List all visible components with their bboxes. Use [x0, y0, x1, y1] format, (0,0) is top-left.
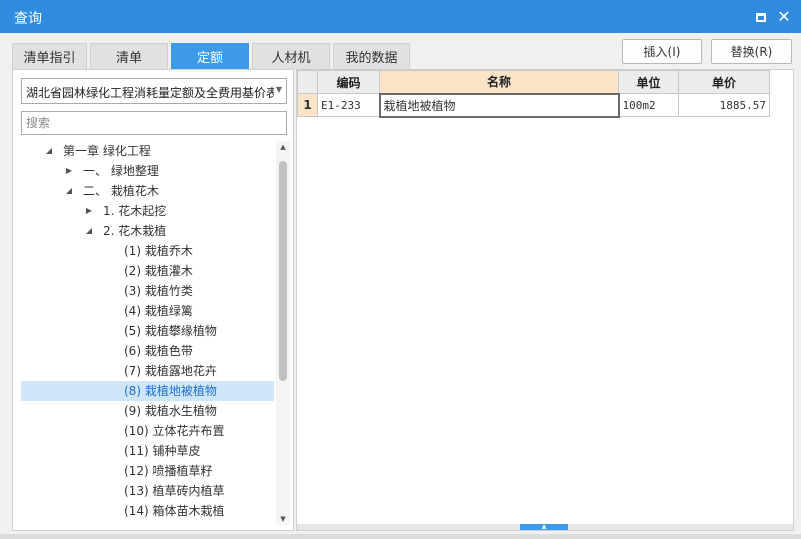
- tab-list-guide[interactable]: 清单指引: [12, 43, 87, 69]
- tree-item-site-preparation[interactable]: ▶ 一、 绿地整理: [21, 161, 274, 181]
- tree-item-plant-setting[interactable]: ◢ 2. 花木栽植: [21, 221, 274, 241]
- triangle-down-icon[interactable]: ◢: [63, 181, 75, 201]
- window-title: 查询: [14, 11, 42, 27]
- tree-item-leaf[interactable]: (11) 铺种草皮: [21, 441, 274, 461]
- tree-item-leaf[interactable]: (1) 栽植乔木: [21, 241, 274, 261]
- triangle-down-icon[interactable]: ◢: [43, 141, 55, 161]
- tree-item-digging[interactable]: ▶ 1. 花木起挖: [21, 201, 274, 221]
- status-strip: [0, 534, 801, 539]
- tree-item-leaf[interactable]: (14) 箱体苗木栽植: [21, 501, 274, 521]
- chapter-tree: ◢ 第一章 绿化工程 ▶ 一、 绿地整理 ◢ 二、 栽植花木 ▶ 1. 花木起挖…: [21, 141, 274, 525]
- insert-button[interactable]: 插入(I): [622, 39, 702, 64]
- triangle-right-icon[interactable]: ▶: [83, 201, 95, 221]
- window-titlebar: 查询 ✕: [0, 0, 801, 33]
- tree-item-leaf[interactable]: (3) 栽植竹类: [21, 281, 274, 301]
- tab-quota[interactable]: 定额: [171, 43, 249, 69]
- tree-item-chapter-1[interactable]: ◢ 第一章 绿化工程: [21, 141, 274, 161]
- quota-library-value: 湖北省园林绿化工程消耗量定额及全费用基价表: [26, 86, 274, 100]
- triangle-down-icon[interactable]: ◢: [83, 221, 95, 241]
- tree-item-leaf[interactable]: (7) 栽植露地花卉: [21, 361, 274, 381]
- dialog-body: 清单指引 清单 定额 人材机 我的数据 插入(I) 替换(R) 湖北省园林绿化工…: [0, 33, 801, 539]
- splitter-handle-icon[interactable]: ▲: [520, 524, 568, 530]
- header-rownum: [297, 70, 318, 94]
- tab-list[interactable]: 清单: [90, 43, 168, 69]
- tree-item-leaf[interactable]: (10) 立体花卉布置: [21, 421, 274, 441]
- table-header-row: 编码 名称 单位 单价: [297, 70, 770, 94]
- tree-scrollbar[interactable]: ▲ ▼: [276, 141, 290, 525]
- replace-button[interactable]: 替换(R): [711, 39, 792, 64]
- scroll-down-icon[interactable]: ▼: [276, 513, 290, 525]
- scrollbar-thumb[interactable]: [279, 161, 287, 381]
- header-code[interactable]: 编码: [317, 70, 380, 94]
- tab-labor-material-machine[interactable]: 人材机: [252, 43, 330, 69]
- cell-code[interactable]: E1-233: [317, 93, 380, 117]
- maximize-icon[interactable]: [754, 10, 768, 24]
- tree-item-leaf[interactable]: (2) 栽植灌木: [21, 261, 274, 281]
- search-input[interactable]: [22, 112, 286, 134]
- results-table: 编码 名称 单位 单价 1 E1-233 栽植地被植物 100m2 1885.5…: [297, 70, 770, 118]
- header-unit[interactable]: 单位: [618, 70, 679, 94]
- header-name[interactable]: 名称: [379, 70, 619, 94]
- cell-unit[interactable]: 100m2: [618, 93, 679, 117]
- horizontal-scrollbar[interactable]: ▲: [297, 524, 793, 530]
- results-panel: 编码 名称 单位 单价 1 E1-233 栽植地被植物 100m2 1885.5…: [296, 69, 794, 531]
- triangle-right-icon[interactable]: ▶: [63, 161, 75, 181]
- cell-price[interactable]: 1885.57: [678, 93, 770, 117]
- tree-item-leaf[interactable]: (9) 栽植水生植物: [21, 401, 274, 421]
- tree-item-leaf[interactable]: (5) 栽植攀缘植物: [21, 321, 274, 341]
- scroll-up-icon[interactable]: ▲: [276, 141, 290, 153]
- search-field[interactable]: [21, 111, 287, 135]
- chevron-down-icon[interactable]: ▼: [276, 85, 282, 94]
- tree-item-leaf[interactable]: (13) 植草砖内植草: [21, 481, 274, 501]
- quota-library-select[interactable]: 湖北省园林绿化工程消耗量定额及全费用基价表 ▼: [21, 78, 287, 104]
- tab-bar: 清单指引 清单 定额 人材机 我的数据: [12, 43, 413, 69]
- quota-tree-panel: 湖北省园林绿化工程消耗量定额及全费用基价表 ▼ ◢ 第一章 绿化工程 ▶ 一、 …: [12, 69, 294, 531]
- tree-item-leaf[interactable]: (6) 栽植色带: [21, 341, 274, 361]
- tree-item-selected[interactable]: (8) 栽植地被植物: [21, 381, 274, 401]
- cell-name[interactable]: 栽植地被植物: [378, 92, 620, 118]
- tree-item-leaf[interactable]: (4) 栽植绿篱: [21, 301, 274, 321]
- header-price[interactable]: 单价: [678, 70, 770, 94]
- row-number: 1: [297, 93, 318, 117]
- tree-item-leaf[interactable]: (12) 喷播植草籽: [21, 461, 274, 481]
- table-row[interactable]: 1 E1-233 栽植地被植物 100m2 1885.57: [297, 92, 770, 118]
- close-icon[interactable]: ✕: [777, 9, 791, 25]
- tab-my-data[interactable]: 我的数据: [333, 43, 410, 69]
- tree-item-planting[interactable]: ◢ 二、 栽植花木: [21, 181, 274, 201]
